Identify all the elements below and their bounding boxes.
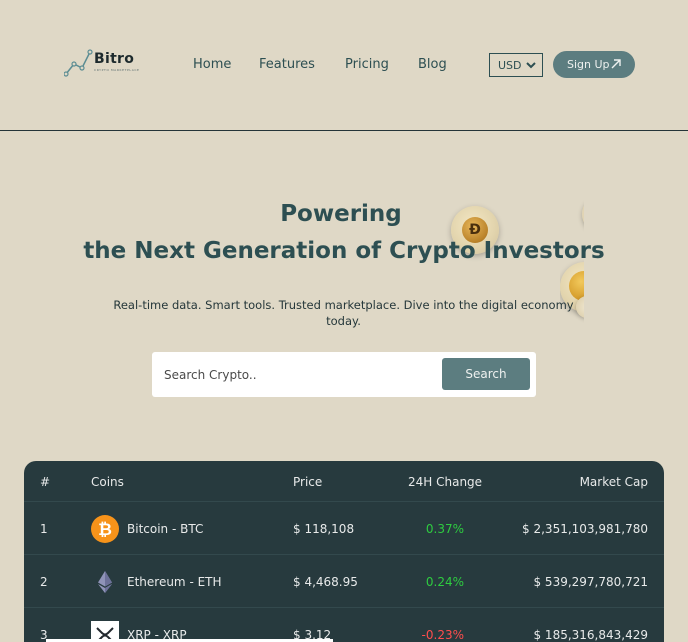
hero-title-line2: the Next Generation of Crypto Investors <box>83 238 605 264</box>
row-change: 0.24% <box>425 575 464 589</box>
brand-tagline: CRYPTO MARKETPLACE <box>94 68 140 72</box>
row-market-cap: $ 185,316,843,429 <box>533 628 648 642</box>
site-header: Bitro CRYPTO MARKETPLACE Home Features P… <box>0 0 688 131</box>
table-row[interactable]: 3 XRP - XRP $ 3.12 -0.23% $ 185,316,843,… <box>24 607 664 642</box>
chevron-down-icon <box>526 62 536 69</box>
brand-logo[interactable]: Bitro CRYPTO MARKETPLACE <box>64 48 144 78</box>
signup-label: Sign Up <box>567 58 610 71</box>
row-coin-name[interactable]: Ethereum - ETH <box>127 575 222 589</box>
header-market-cap: Market Cap <box>579 475 648 489</box>
svg-text:₿: ₿ <box>98 520 112 540</box>
search-button[interactable]: Search <box>442 358 530 390</box>
crypto-table: # Coins Price 24H Change Market Cap 1 ₿ … <box>24 461 664 642</box>
nav-blog[interactable]: Blog <box>418 57 447 72</box>
header-change: 24H Change <box>408 475 483 489</box>
row-market-cap: $ 2,351,103,981,780 <box>522 522 648 536</box>
currency-selected: USD <box>498 58 522 72</box>
row-change: -0.23% <box>421 628 464 642</box>
nav-pricing[interactable]: Pricing <box>345 57 389 72</box>
search-bar: Search <box>152 352 536 397</box>
ethereum-icon <box>98 571 112 593</box>
hero-subtitle: Real-time data. Smart tools. Trusted mar… <box>113 298 574 328</box>
search-input[interactable] <box>164 362 434 387</box>
nav-home[interactable]: Home <box>193 57 231 72</box>
header-price: Price <box>293 475 323 489</box>
brand-name: Bitro <box>94 51 135 67</box>
header-coins: Coins <box>91 475 124 489</box>
arrow-up-right-icon <box>611 59 621 69</box>
row-change: 0.37% <box>425 522 464 536</box>
table-row[interactable]: 2 Ethereum - ETH $ 4,468.95 0.24% $ 539,… <box>24 554 664 607</box>
row-coin-name[interactable]: Bitcoin - BTC <box>127 522 203 536</box>
hero-title-line1: Powering <box>280 201 402 227</box>
row-rank: 1 <box>40 522 48 536</box>
bitcoin-icon: ₿ <box>91 515 119 543</box>
signup-button[interactable]: Sign Up <box>553 51 635 78</box>
row-price: $ 118,108 <box>293 522 355 536</box>
logo-chart-icon <box>64 49 93 77</box>
row-market-cap: $ 539,297,780,721 <box>533 575 648 589</box>
nav-features[interactable]: Features <box>259 57 315 72</box>
header-rank: # <box>40 475 51 489</box>
row-price: $ 4,468.95 <box>293 575 358 589</box>
table-row[interactable]: 1 ₿ Bitcoin - BTC $ 118,108 0.37% $ 2,35… <box>24 501 664 554</box>
row-rank: 2 <box>40 575 48 589</box>
currency-select[interactable]: USD <box>489 53 543 77</box>
